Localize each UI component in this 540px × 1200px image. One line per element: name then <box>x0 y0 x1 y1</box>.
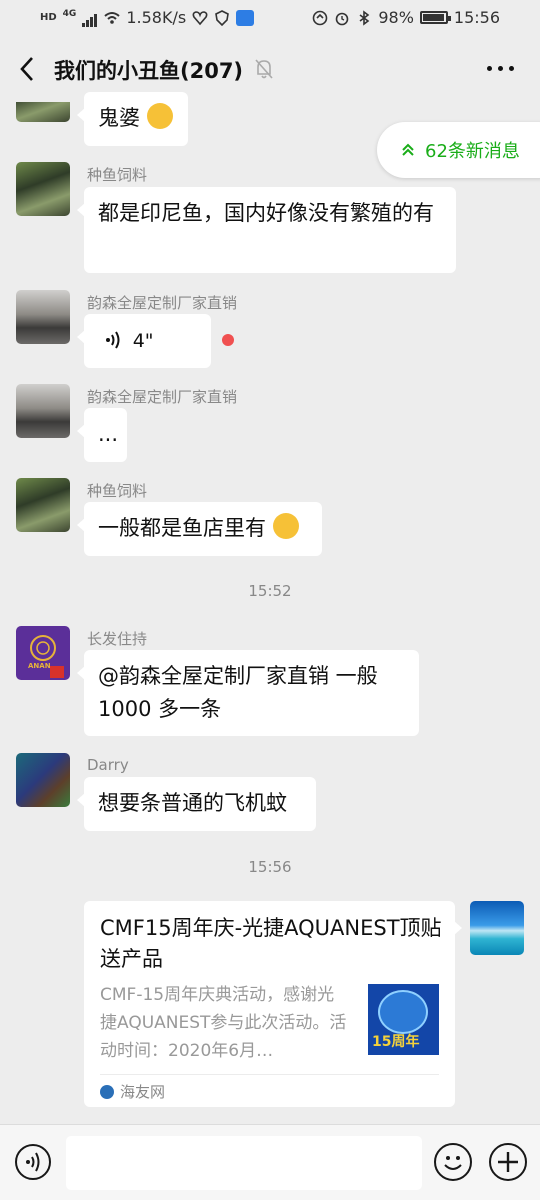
shield-icon <box>215 9 230 26</box>
link-card-title: CMF15周年庆-光捷AQUANEST顶贴送产品 <box>100 916 442 971</box>
voice-input-button[interactable] <box>15 1144 51 1180</box>
wifi-icon <box>104 11 120 24</box>
message-text: ... <box>98 422 119 446</box>
avatar[interactable] <box>16 162 70 216</box>
double-chevron-up-icon <box>402 143 414 156</box>
link-card-source: 海友网 <box>100 1081 165 1102</box>
source-name: 海友网 <box>120 1083 166 1101</box>
battery-percent: 98% <box>378 8 414 27</box>
lion-logo-icon <box>30 635 64 678</box>
plus-icon <box>498 1152 518 1172</box>
link-card-description: CMF-15周年庆典活动，感谢光捷AQUANEST参与此次活动。活动时间：202… <box>100 985 347 1061</box>
chat-title: 我们的小丑鱼(207) <box>54 59 244 83</box>
sender-name: 种鱼饲料 <box>87 482 148 500</box>
laughing-emoji-icon <box>146 103 173 129</box>
more-functions-button[interactable] <box>489 1143 527 1181</box>
message-bubble[interactable]: ... <box>77 408 127 462</box>
hd-badge: HD <box>40 12 57 23</box>
sender-name: 种鱼饲料 <box>87 166 148 184</box>
link-card[interactable]: CMF15周年庆-光捷AQUANEST顶贴送产品 CMF-15周年庆典活动，感谢… <box>84 901 462 1107</box>
message-bubble[interactable]: @韵森全屋定制厂家直销 一般 1000 多一条 <box>77 650 419 736</box>
sender-name: 韵森全屋定制厂家直销 <box>87 294 238 312</box>
message-text-line-2: 1000 多一条 <box>98 697 222 721</box>
voice-wave-icon <box>106 331 120 349</box>
message-input[interactable] <box>66 1136 422 1190</box>
alarm-icon <box>336 12 349 25</box>
avatar[interactable] <box>16 478 70 532</box>
smile-emoji-icon <box>272 513 299 539</box>
avatar[interactable] <box>16 753 70 807</box>
voice-icon <box>26 1152 40 1172</box>
health-icon <box>192 10 208 25</box>
message-text: 鬼婆 <box>98 106 140 130</box>
clock: 15:56 <box>453 8 500 27</box>
new-messages-label: 62条新消息 <box>425 141 520 162</box>
message-bubble[interactable]: 都是印尼鱼，国内好像没有繁殖的有 <box>77 187 456 273</box>
data-saver-icon <box>313 10 328 25</box>
more-options-icon[interactable] <box>487 66 514 71</box>
back-arrow-icon[interactable] <box>16 54 40 84</box>
voice-duration: 4" <box>132 330 154 352</box>
sender-name: Darry <box>87 756 129 774</box>
status-bar: HD 4G 1.58K/s 98% 15:56 <box>0 0 540 36</box>
battery-icon <box>419 11 451 24</box>
timestamp: 15:52 <box>248 582 292 600</box>
emoji-button[interactable] <box>434 1143 472 1181</box>
source-logo-icon <box>100 1084 114 1099</box>
network-speed: 1.58K/s <box>126 8 187 27</box>
avatar[interactable] <box>16 384 70 438</box>
message-text: 想要条普通的飞机蚊 <box>98 791 287 815</box>
input-bar <box>0 1124 540 1200</box>
sender-name: 韵森全屋定制厂家直销 <box>87 388 238 406</box>
network-type: 4G <box>62 8 77 19</box>
divider <box>100 1074 439 1075</box>
link-card-thumbnail: 15周年 <box>368 984 439 1055</box>
message-bubble[interactable]: 想要条普通的飞机蚊 <box>77 777 316 831</box>
message-text-line-1: @韵森全屋定制厂家直销 一般 <box>98 664 378 688</box>
message-text: 都是印尼鱼，国内好像没有繁殖的有 <box>98 201 434 225</box>
smiley-icon <box>444 1156 462 1170</box>
chat-header: 我们的小丑鱼(207) <box>0 36 540 102</box>
app-notification-icon <box>236 9 255 26</box>
timestamp: 15:56 <box>248 858 292 876</box>
unread-dot <box>222 334 234 346</box>
signal-icon <box>82 8 98 27</box>
message-text: 一般都是鱼店里有 <box>98 516 266 540</box>
message-bubble[interactable]: 鬼婆 <box>77 92 188 146</box>
message-bubble[interactable]: 一般都是鱼店里有 <box>77 502 322 556</box>
voice-message-bubble[interactable]: 4" <box>77 314 211 368</box>
bell-muted-icon <box>255 59 273 79</box>
sender-name: 长发住持 <box>87 630 148 648</box>
my-avatar[interactable] <box>470 901 524 955</box>
thumbnail-label: 15周年 <box>372 1034 420 1050</box>
avatar-label: ANAN <box>28 662 51 670</box>
avatar[interactable]: ANAN <box>16 626 70 680</box>
new-messages-button[interactable]: 62条新消息 <box>377 122 540 178</box>
bluetooth-icon <box>359 9 370 26</box>
avatar[interactable] <box>16 290 70 344</box>
